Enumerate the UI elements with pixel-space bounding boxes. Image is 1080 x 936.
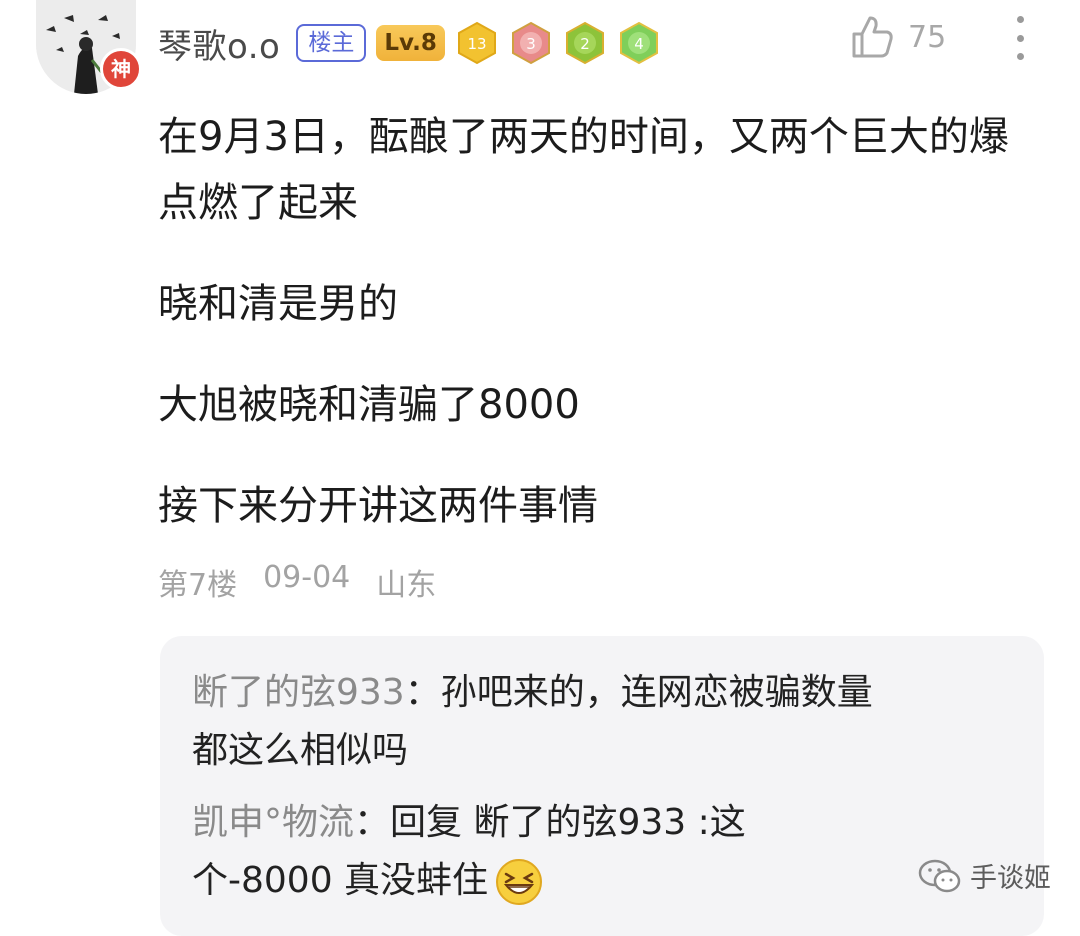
hexagon-medal-green-icon: 4 — [619, 21, 658, 65]
hexagon-medal-yellow-icon: 13 — [457, 21, 496, 65]
post-date: 09-04 — [263, 560, 351, 595]
reply-item[interactable]: 凯申°物流：回复 断了的弦933 :这 个-8000 真没蚌住 — [192, 794, 746, 910]
op-badge: 楼主 — [296, 24, 367, 62]
more-options-button[interactable] — [1010, 16, 1030, 60]
reply-text: ：回复 断了的弦933 :这 — [354, 802, 746, 843]
post-content: 在9月3日，酝酿了两天的时间，又两个巨大的爆点燃了起来 晓和清是男的 大旭被晓和… — [158, 104, 1048, 574]
reply-text-continued: 个-8000 真没蚌住 — [192, 860, 489, 901]
watermark-text: 手谈姬 — [970, 863, 1051, 894]
hexagon-medal-pink-icon: 3 — [511, 21, 550, 65]
medal-label: 13 — [467, 35, 486, 53]
post-paragraph: 晓和清是男的 — [158, 281, 398, 327]
reply-author[interactable]: 凯申°物流 — [192, 802, 354, 843]
medal-label: 4 — [634, 35, 644, 53]
post-paragraph: 接下来分开讲这两件事情 — [158, 483, 598, 529]
level-badge: Lv.8 — [376, 25, 445, 61]
post-meta: 第7楼 09-04 山东 — [158, 560, 436, 604]
like-button[interactable]: 75 — [850, 14, 946, 60]
grinning-squint-emoji-icon — [496, 859, 543, 905]
medal-label: 3 — [526, 35, 536, 53]
reply-author[interactable]: 断了的弦933 — [192, 672, 405, 713]
post-paragraph: 在9月3日，酝酿了两天的时间，又两个巨大的爆点燃了起来 — [158, 114, 1009, 226]
post-paragraph: 大旭被晓和清骗了8000 — [158, 382, 580, 428]
reply-box[interactable]: 断了的弦933：孙吧来的，连网恋被骗数量 都这么相似吗 凯申°物流：回复 断了的… — [160, 636, 1044, 936]
god-badge: 神 — [100, 48, 142, 90]
medal-label: 2 — [580, 35, 590, 53]
hexagon-medal-green-icon: 2 — [565, 21, 604, 65]
more-dot — [1016, 16, 1024, 23]
like-count: 75 — [908, 19, 947, 55]
watermark: 手谈姬 — [918, 856, 1051, 895]
floor-number: 第7楼 — [158, 568, 238, 603]
more-dot — [1016, 53, 1024, 60]
author-name[interactable]: 琴歌o.o — [158, 19, 280, 68]
more-dot — [1016, 34, 1024, 42]
post-header: 琴歌o.o 楼主 Lv.8 13 3 2 4 — [158, 18, 661, 68]
thumbs-up-icon — [852, 16, 893, 58]
reply-text: ：孙吧来的，连网恋被骗数量 — [404, 672, 873, 713]
reply-text-continued: 都这么相似吗 — [192, 730, 409, 771]
reply-item[interactable]: 断了的弦933：孙吧来的，连网恋被骗数量 都这么相似吗 — [192, 664, 873, 780]
wechat-icon — [918, 859, 961, 892]
post-location: 山东 — [376, 568, 437, 603]
